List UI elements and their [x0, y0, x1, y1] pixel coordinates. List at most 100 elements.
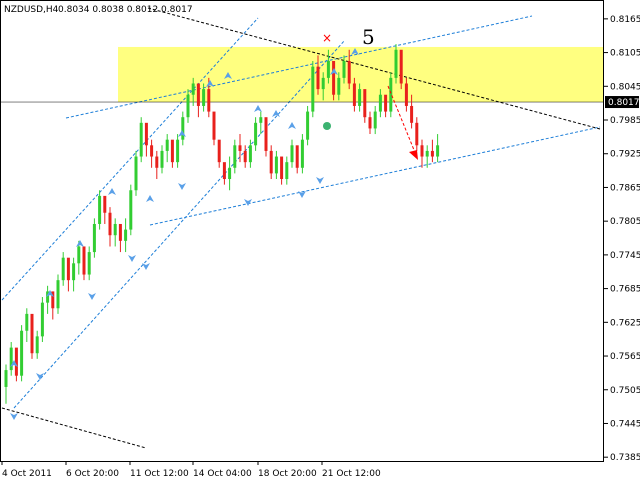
candle-body [103, 195, 107, 213]
candle-body [243, 150, 247, 163]
candle-body [134, 156, 138, 191]
candle-body [9, 347, 13, 371]
candle-body [389, 77, 393, 112]
candle-body [66, 257, 70, 281]
candle-body [186, 94, 190, 118]
time-tick-label: 11 Oct 12:00 [130, 469, 189, 479]
candle-body [14, 347, 18, 376]
candle-body [144, 122, 148, 146]
candle-body [363, 89, 367, 118]
candle-body [170, 139, 174, 163]
candle-body [420, 145, 424, 157]
candle-body [300, 139, 304, 168]
candle-body [222, 162, 226, 180]
price-tick-label: 0.7745 [610, 251, 640, 261]
candle-body [425, 150, 429, 157]
pivot-marker [323, 122, 331, 130]
candle-body [269, 150, 273, 174]
price-tick-label: 0.7805 [610, 217, 640, 227]
candle-body [217, 139, 221, 163]
candle-body [368, 117, 372, 129]
time-tick-label: 6 Oct 20:00 [66, 469, 119, 479]
candle-body [274, 156, 278, 174]
candle-body [40, 302, 44, 337]
candle-body [118, 223, 122, 241]
time-tick-label: 18 Oct 20:00 [258, 469, 317, 479]
price-tick-label: 0.8045 [610, 82, 640, 92]
candle-body [285, 162, 289, 180]
candle-body [306, 111, 310, 140]
candle-body [165, 139, 169, 151]
price-tick-label: 0.7565 [610, 352, 640, 362]
wave-label: 5 [362, 25, 375, 49]
candle-body [82, 246, 86, 275]
candle-body [264, 117, 268, 151]
candle-body [337, 77, 341, 95]
candle-body [25, 313, 29, 331]
candle-body [61, 257, 65, 281]
candle-body [326, 61, 330, 78]
price-tick-label: 0.7505 [610, 386, 640, 396]
price-tick-label: 0.7625 [610, 318, 640, 328]
candle-body [332, 61, 336, 95]
candle-body [77, 246, 81, 264]
candle-body [238, 145, 242, 151]
candle-body [196, 83, 200, 106]
candle-body [124, 229, 128, 241]
candle-body [290, 145, 294, 163]
candle-body [436, 145, 440, 157]
candle-body [212, 111, 216, 140]
candle-body [259, 117, 263, 123]
time-tick-label: 4 Oct 2011 [2, 469, 52, 479]
candle-body [373, 111, 377, 129]
current-price-tag: 0.8017 [605, 96, 640, 109]
price-tick-label: 0.7445 [610, 419, 640, 429]
candle-body [415, 122, 419, 146]
candle-body [358, 89, 362, 106]
candle-body [378, 94, 382, 112]
price-tick-label: 0.7385 [610, 453, 640, 463]
candle-body [129, 190, 133, 230]
time-tick-label: 14 Oct 04:00 [193, 469, 252, 479]
price-tick-label: 0.8105 [610, 49, 640, 59]
chart-header-ohlc: 0.8034 0.8038 0.8012 0.8017 [58, 5, 193, 15]
candle-body [404, 83, 408, 106]
candle-body [4, 370, 8, 387]
candle-body [150, 145, 154, 157]
candle-body [295, 145, 299, 168]
candle-body [56, 280, 60, 309]
candle-body [176, 139, 180, 163]
candle-body [160, 150, 164, 168]
candle-body [207, 89, 211, 112]
candle-body [191, 83, 195, 95]
candle-body [20, 330, 24, 376]
candle-body [410, 105, 414, 123]
candle-body [342, 61, 346, 78]
candle-body [430, 150, 434, 157]
candle-body [113, 223, 117, 236]
candle-body [352, 83, 356, 106]
candle-body [248, 145, 252, 163]
candle-body [92, 223, 96, 253]
chart-header-symbol: NZDUSD,H4 [4, 5, 59, 15]
candle-body [155, 156, 159, 168]
candle-body [384, 94, 388, 112]
candle-body [233, 145, 237, 168]
price-tick-label: 0.7865 [610, 183, 640, 193]
candle-body [30, 313, 34, 354]
candle-body [321, 77, 325, 90]
candle-body [316, 66, 320, 90]
candle-body [347, 61, 351, 84]
price-tick-label: 0.7685 [610, 285, 640, 295]
candle-body [35, 336, 39, 354]
price-axis: 0.8165 0.8105 0.8045 0.7985 0.7925 0.7865 0.78… [604, 15, 640, 463]
price-tick-label: 0.8165 [610, 15, 640, 25]
candle-body [202, 89, 206, 106]
candle-body [108, 212, 112, 236]
time-tick-label: 21 Oct 12:00 [322, 469, 381, 479]
candle-body [228, 167, 232, 180]
candle-body [98, 195, 102, 224]
price-chart: 0.8165 0.8105 0.8045 0.7985 0.7925 0.7865 0.78… [0, 0, 640, 479]
price-tick-label: 0.7925 [610, 150, 640, 160]
candle-body [181, 117, 185, 140]
